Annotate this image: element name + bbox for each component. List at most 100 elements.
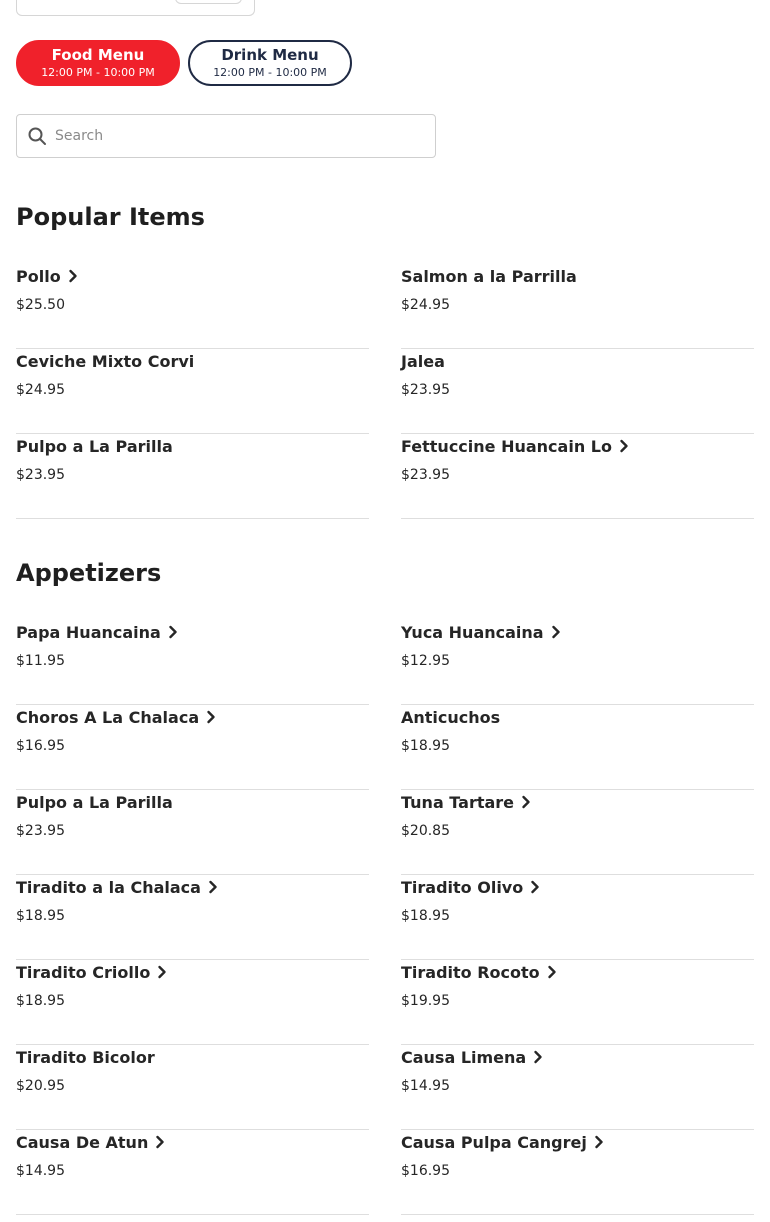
- menu-item-name: Fettuccine Huancain Lo: [401, 436, 612, 456]
- drink-menu-title: Drink Menu: [221, 46, 319, 64]
- menu-item-name: Causa De Atun: [16, 1132, 149, 1152]
- menu-item-price: $23.95: [16, 467, 65, 483]
- menu-item-name-row: Anticuchos: [401, 705, 500, 729]
- menu-item-price: $24.95: [401, 297, 450, 313]
- menu-item[interactable]: Causa De Atun $14.95: [16, 1130, 369, 1215]
- menu-item-name-row: Fettuccine Huancain Lo: [401, 434, 629, 458]
- menu-item[interactable]: Causa Limena $14.95: [401, 1045, 754, 1130]
- menu-item-price: $23.95: [401, 467, 450, 483]
- chevron-right-icon: [207, 710, 215, 724]
- menu-item-name: Tuna Tartare: [401, 792, 515, 812]
- menu-item[interactable]: Pollo $25.50: [16, 264, 369, 349]
- chevron-right-icon: [158, 965, 167, 979]
- menu-item-price: $24.95: [16, 382, 65, 398]
- food-menu-title: Food Menu: [51, 46, 145, 64]
- menu-item-name: Pulpo a La Parilla: [16, 792, 173, 812]
- menu-item-name-row: Tiradito Olivo: [401, 875, 540, 899]
- menu-item-name: Tiradito a la Chalaca: [16, 877, 201, 897]
- menu-item[interactable]: Pulpo a La Parilla $23.95: [16, 434, 369, 519]
- menu-item-name-row: Pulpo a La Parilla: [16, 790, 173, 814]
- menu-item[interactable]: Tiradito Criollo $18.95: [16, 960, 369, 1045]
- menu-item-name: Pulpo a La Parilla: [16, 436, 173, 456]
- menu-item-price: $16.95: [16, 738, 65, 754]
- menu-item-price: $23.95: [16, 823, 65, 839]
- search-box[interactable]: [16, 114, 436, 158]
- menu-item-name-row: Tiradito Rocoto: [401, 960, 557, 984]
- menu-item-price: $12.95: [401, 653, 450, 669]
- section-title-popular-items: Popular Items: [16, 203, 205, 231]
- food-menu-tab[interactable]: Food Menu 12:00 PM - 10:00 PM: [16, 40, 180, 86]
- menu-item-price: $18.95: [16, 908, 65, 924]
- menu-item-name-row: Tiradito Criollo: [16, 960, 167, 984]
- chevron-right-icon: [620, 439, 628, 453]
- menu-item-name: Tiradito Rocoto: [401, 962, 540, 982]
- menu-item-name: Yuca Huancaina: [401, 622, 544, 642]
- menu-item-name: Choros A La Chalaca: [16, 707, 200, 727]
- menu-item[interactable]: Papa Huancaina $11.95: [16, 620, 369, 705]
- chevron-right-icon: [522, 795, 530, 809]
- menu-item-name-row: Yuca Huancaina: [401, 620, 561, 644]
- menu-item-name: Causa Pulpa Cangrej: [401, 1132, 587, 1152]
- chevron-right-icon: [156, 1135, 165, 1149]
- menu-item-name-row: Tuna Tartare: [401, 790, 531, 814]
- menu-item-name-row: Ceviche Mixto Corvi: [16, 349, 194, 373]
- menu-item[interactable]: Fettuccine Huancain Lo $23.95: [401, 434, 754, 519]
- menu-item-name-row: Causa Pulpa Cangrej: [401, 1130, 604, 1154]
- food-menu-hours: 12:00 PM - 10:00 PM: [41, 66, 155, 79]
- menu-item-name-row: Salmon a la Parrilla: [401, 264, 577, 288]
- menu-item-name-row: Pollo: [16, 264, 78, 288]
- menu-item[interactable]: Tiradito Olivo $18.95: [401, 875, 754, 960]
- menu-item[interactable]: Ceviche Mixto Corvi $24.95: [16, 349, 369, 434]
- menu-item[interactable]: Tiradito Bicolor $20.95: [16, 1045, 369, 1130]
- menu-item-name: Jalea: [401, 351, 445, 371]
- menu-item[interactable]: Salmon a la Parrilla $24.95: [401, 264, 754, 349]
- menu-tabs: Food Menu 12:00 PM - 10:00 PM Drink Menu…: [16, 40, 352, 86]
- menu-item-price: $16.95: [401, 1163, 450, 1179]
- drink-menu-tab[interactable]: Drink Menu 12:00 PM - 10:00 PM: [188, 40, 352, 86]
- menu-item-name-row: Choros A La Chalaca: [16, 705, 216, 729]
- menu-item-name: Ceviche Mixto Corvi: [16, 351, 195, 371]
- chevron-right-icon: [209, 880, 217, 894]
- menu-item-price: $18.95: [401, 908, 450, 924]
- chevron-right-icon: [595, 1135, 603, 1149]
- appetizers-grid: Papa Huancaina $11.95 Yuca Huancaina $12.95…: [16, 620, 754, 1215]
- menu-item-name-row: Pulpo a La Parilla: [16, 434, 173, 458]
- menu-item-name: Tiradito Bicolor: [16, 1047, 155, 1067]
- menu-item[interactable]: Causa Pulpa Cangrej $16.95: [401, 1130, 754, 1215]
- menu-item-price: $20.95: [16, 1078, 65, 1094]
- menu-item-price: $14.95: [401, 1078, 450, 1094]
- search-input[interactable]: [55, 128, 415, 144]
- location-card: [16, 0, 255, 16]
- menu-item[interactable]: Yuca Huancaina $12.95: [401, 620, 754, 705]
- menu-item-price: $14.95: [16, 1163, 65, 1179]
- menu-item[interactable]: Anticuchos $18.95: [401, 705, 754, 790]
- menu-item[interactable]: Tuna Tartare $20.85: [401, 790, 754, 875]
- menu-item-name: Anticuchos: [401, 707, 501, 727]
- menu-item[interactable]: Choros A La Chalaca $16.95: [16, 705, 369, 790]
- location-card-button[interactable]: [175, 0, 242, 4]
- chevron-right-icon: [169, 625, 177, 639]
- menu-item-name-row: Tiradito Bicolor: [16, 1045, 155, 1069]
- menu-item-name-row: Causa Limena: [401, 1045, 543, 1069]
- menu-item-price: $25.50: [16, 297, 65, 313]
- menu-item-name: Causa Limena: [401, 1047, 527, 1067]
- popular-items-grid: Pollo $25.50 Salmon a la Parrilla $24.95 Cev…: [16, 264, 754, 519]
- menu-item[interactable]: Pulpo a La Parilla $23.95: [16, 790, 369, 875]
- chevron-right-icon: [534, 1050, 542, 1064]
- drink-menu-hours: 12:00 PM - 10:00 PM: [213, 66, 327, 79]
- menu-item[interactable]: Jalea $23.95: [401, 349, 754, 434]
- chevron-right-icon: [551, 625, 560, 639]
- menu-item-price: $20.85: [401, 823, 450, 839]
- menu-item-name: Salmon a la Parrilla: [401, 266, 577, 286]
- menu-item-name-row: Papa Huancaina: [16, 620, 178, 644]
- menu-item[interactable]: Tiradito a la Chalaca $18.95: [16, 875, 369, 960]
- menu-item-name-row: Tiradito a la Chalaca: [16, 875, 218, 899]
- menu-item-price: $18.95: [16, 993, 65, 1009]
- menu-item-name: Papa Huancaina: [16, 622, 161, 642]
- menu-item[interactable]: Tiradito Rocoto $19.95: [401, 960, 754, 1045]
- chevron-right-icon: [531, 880, 539, 894]
- menu-item-name-row: Jalea: [401, 349, 445, 373]
- section-title-appetizers: Appetizers: [16, 559, 162, 587]
- chevron-right-icon: [547, 965, 556, 979]
- menu-item-name: Tiradito Criollo: [16, 962, 151, 982]
